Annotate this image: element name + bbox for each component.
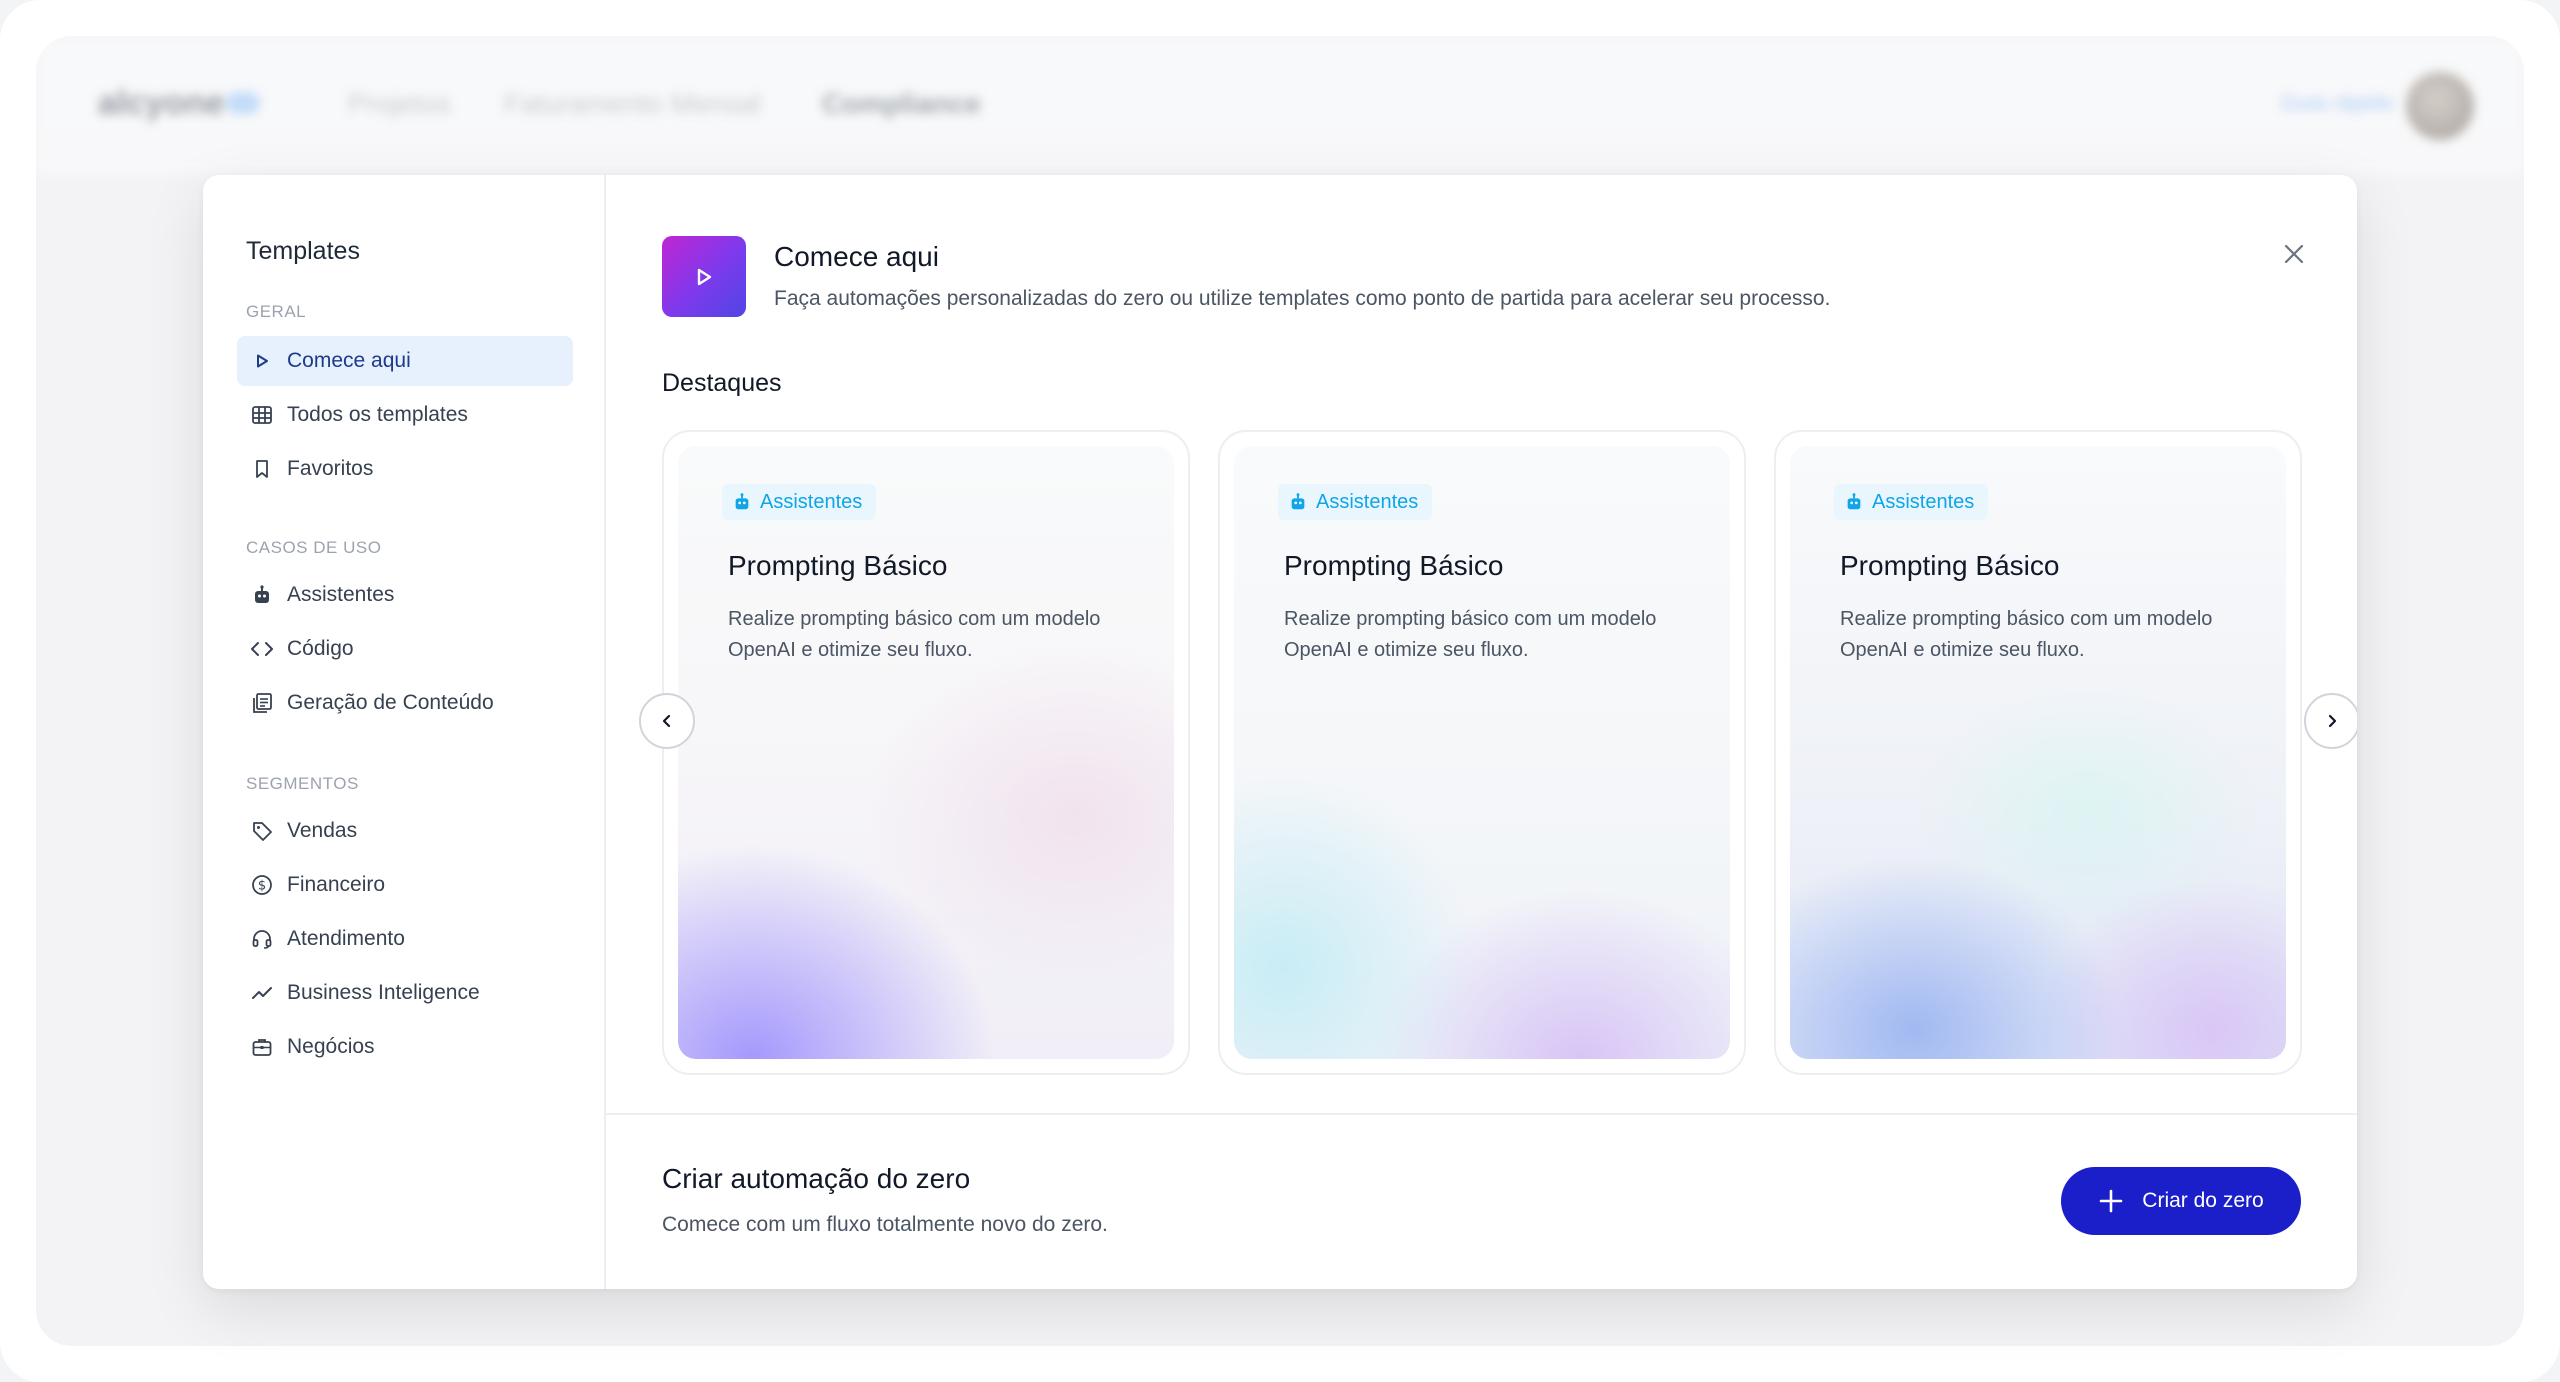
templates-main: Comece aqui Faça automações personalizad… (606, 175, 2357, 1289)
sidebar-item-label: Código (287, 637, 354, 660)
tag-icon (249, 818, 275, 844)
section-label-casos-de-uso: CASOS DE USO (246, 538, 382, 557)
plus-icon (2098, 1188, 2124, 1214)
card-preview: Assistentes Prompting Básico Realize pro… (678, 446, 1174, 1059)
sidebar-item-negocios[interactable]: Negócios (237, 1022, 573, 1072)
card-title: Prompting Básico (1840, 550, 2060, 581)
page-subtitle: Faça automações personalizadas do zero o… (774, 287, 1831, 310)
template-card[interactable]: Assistentes Prompting Básico Realize pro… (662, 430, 1190, 1075)
card-description: Realize prompting básico com um modelo O… (1840, 608, 2213, 661)
carousel-prev-button[interactable] (639, 693, 695, 749)
card-title: Prompting Básico (728, 550, 948, 581)
sidebar-item-vendas[interactable]: Vendas (237, 806, 573, 856)
bookmark-icon (249, 456, 275, 482)
robot-icon (249, 582, 275, 608)
create-button-label: Criar do zero (2142, 1189, 2264, 1212)
code-icon (249, 636, 275, 662)
templates-modal: Templates GERAL Comece aqui Todos os tem… (203, 175, 2357, 1289)
table-grid-icon (249, 402, 275, 428)
robot-icon (732, 492, 752, 512)
badge-label: Assistentes (760, 490, 863, 513)
chevron-right-icon (2328, 714, 2337, 728)
section-title-destaques: Destaques (662, 369, 782, 397)
sidebar-item-label: Financeiro (287, 873, 386, 896)
card-description: Realize prompting básico com um modelo O… (1284, 608, 1657, 661)
sidebar-item-label: Favoritos (287, 457, 374, 480)
robot-icon (1288, 492, 1308, 512)
play-icon (662, 236, 746, 317)
sidebar-item-label: Todos os templates (287, 403, 468, 426)
sidebar-item-label: Negócios (287, 1035, 375, 1058)
sidebar-item-atendimento[interactable]: Atendimento (237, 914, 573, 964)
template-card[interactable]: Assistentes Prompting Básico Realize pro… (1774, 430, 2302, 1075)
sidebar-item-label: Vendas (287, 819, 358, 842)
sidebar-item-assistentes[interactable]: Assistentes (237, 570, 573, 620)
window-frame: alcyone Projetos Faturamento Mensal Comp… (0, 0, 2560, 1382)
trend-line-icon (249, 980, 275, 1006)
sidebar-item-label: Atendimento (287, 927, 405, 950)
footer-subtitle: Comece com um fluxo totalmente novo do z… (662, 1213, 1108, 1236)
briefcase-icon (249, 1034, 275, 1060)
section-label-segmentos: SEGMENTOS (246, 774, 359, 793)
sidebar-item-todos-templates[interactable]: Todos os templates (237, 390, 573, 440)
robot-icon (1844, 492, 1864, 512)
sidebar-item-label: Geração de Conteúdo (287, 691, 494, 714)
template-card[interactable]: Assistentes Prompting Básico Realize pro… (1218, 430, 1746, 1075)
badge-label: Assistentes (1872, 490, 1975, 513)
document-stack-icon (249, 690, 275, 716)
sidebar-item-financeiro[interactable]: $ Financeiro (237, 860, 573, 910)
sidebar-title: Templates (246, 237, 360, 265)
close-icon[interactable] (2279, 239, 2309, 269)
category-badge: Assistentes (1834, 484, 1989, 520)
category-badge: Assistentes (1278, 484, 1433, 520)
card-title: Prompting Básico (1284, 550, 1504, 581)
card-description: Realize prompting básico com um modelo O… (728, 608, 1101, 661)
carousel-next-button[interactable] (2304, 693, 2357, 749)
category-badge: Assistentes (722, 484, 877, 520)
card-preview: Assistentes Prompting Básico Realize pro… (1234, 446, 1730, 1059)
sidebar-item-label: Business Inteligence (287, 981, 480, 1004)
sidebar-item-favoritos[interactable]: Favoritos (237, 444, 573, 494)
svg-text:$: $ (258, 879, 266, 894)
sidebar-item-business-inteligence[interactable]: Business Inteligence (237, 968, 573, 1018)
sidebar-item-geracao-conteudo[interactable]: Geração de Conteúdo (237, 678, 573, 728)
sidebar-item-codigo[interactable]: Código (237, 624, 573, 674)
create-from-scratch-section: Criar automação do zero Comece com um fl… (606, 1113, 2357, 1289)
highlights-carousel: Assistentes Prompting Básico Realize pro… (662, 430, 2332, 1075)
page-title: Comece aqui (774, 241, 939, 272)
play-icon (249, 348, 275, 374)
sidebar-item-comece-aqui[interactable]: Comece aqui (237, 336, 573, 386)
badge-label: Assistentes (1316, 490, 1419, 513)
sidebar-item-label: Assistentes (287, 583, 395, 606)
footer-title: Criar automação do zero (662, 1163, 971, 1194)
headset-icon (249, 926, 275, 952)
chevron-left-icon (662, 714, 671, 728)
create-from-scratch-button[interactable]: Criar do zero (2061, 1167, 2301, 1235)
templates-sidebar: Templates GERAL Comece aqui Todos os tem… (203, 175, 606, 1289)
card-preview: Assistentes Prompting Básico Realize pro… (1790, 446, 2286, 1059)
sidebar-item-label: Comece aqui (287, 349, 411, 372)
dollar-circle-icon: $ (249, 872, 275, 898)
section-label-geral: GERAL (246, 302, 307, 321)
